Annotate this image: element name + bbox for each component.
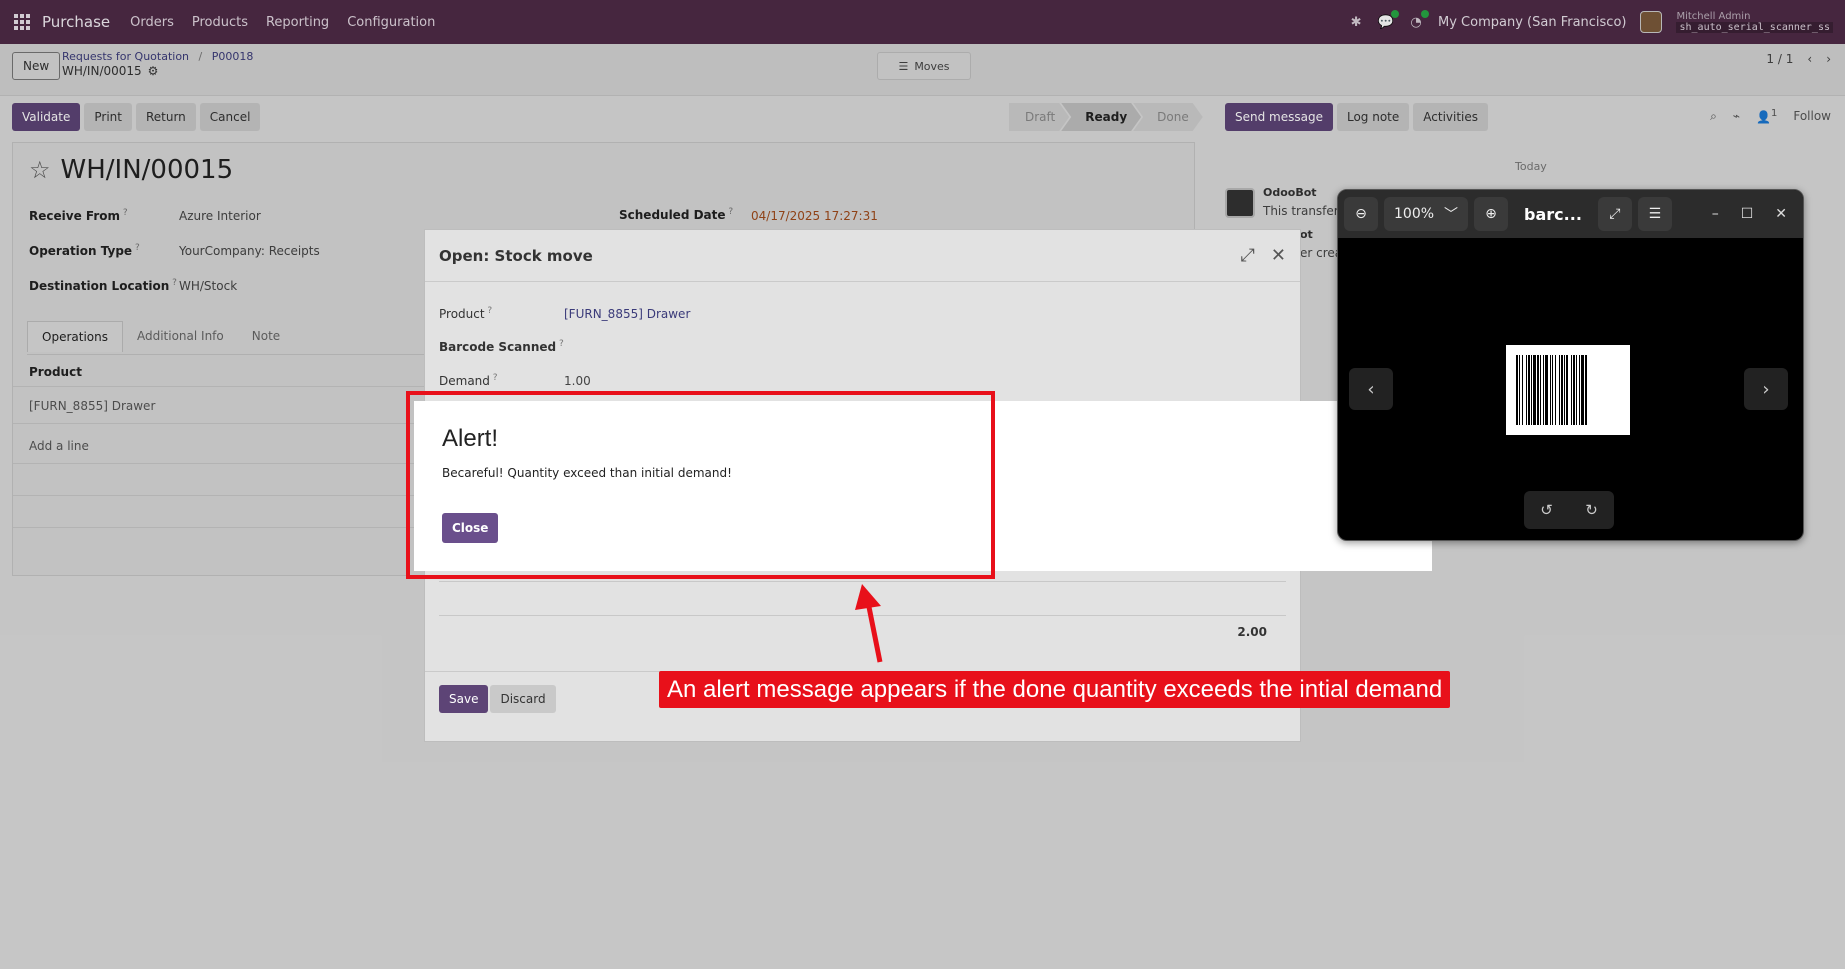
annotation-caption: An alert message appears if the done qua…: [659, 671, 1451, 708]
annotation-arrow: [855, 584, 883, 663]
